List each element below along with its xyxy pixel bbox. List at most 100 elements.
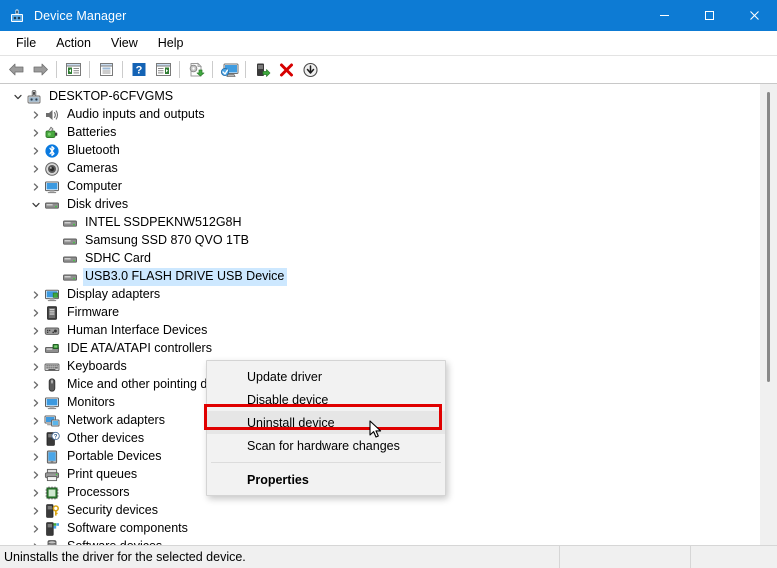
tree-item-label: Processors <box>65 484 133 502</box>
tree-item-firmware[interactable]: Firmware <box>0 304 759 322</box>
network-adapter-icon <box>44 413 60 429</box>
tree-item-software-devices[interactable]: Software devices <box>0 538 759 545</box>
window-controls <box>642 0 777 31</box>
device-manager-window: Device Manager File Action View Help <box>0 0 777 568</box>
expander-intel-ssdpeknw512g8h <box>46 214 62 232</box>
properties-icon[interactable] <box>94 58 118 81</box>
other-device-icon: ? <box>44 431 60 447</box>
show-hide-console-tree-icon[interactable] <box>61 58 85 81</box>
main-content: DESKTOP-6CFVGMSAudio inputs and outputsB… <box>0 84 777 545</box>
help-icon[interactable]: ? <box>127 58 151 81</box>
menu-file[interactable]: File <box>6 33 46 54</box>
expander-other-devices[interactable] <box>28 430 44 448</box>
expander-display-adapters[interactable] <box>28 286 44 304</box>
tree-item-label: SDHC Card <box>83 250 154 268</box>
scan-for-hardware-changes-icon[interactable] <box>217 58 241 81</box>
expander-processors[interactable] <box>28 484 44 502</box>
tree-item-sdhc-card[interactable]: SDHC Card <box>0 250 759 268</box>
expander-audio-inputs-and-outputs[interactable] <box>28 106 44 124</box>
tree-item-samsung-ssd-870-qvo-1tb[interactable]: Samsung SSD 870 QVO 1TB <box>0 232 759 250</box>
expander-bluetooth[interactable] <box>28 142 44 160</box>
expander-desktop-6cfvgms[interactable] <box>10 88 26 106</box>
close-icon[interactable] <box>732 0 777 31</box>
context-menu-item-disable-device[interactable]: Disable device <box>207 388 445 411</box>
tree-item-intel-ssdpeknw512g8h[interactable]: INTEL SSDPEKNW512G8H <box>0 214 759 232</box>
expander-firmware[interactable] <box>28 304 44 322</box>
tree-item-audio-inputs-and-outputs[interactable]: Audio inputs and outputs <box>0 106 759 124</box>
tree-item-label: Print queues <box>65 466 140 484</box>
expander-software-components[interactable] <box>28 520 44 538</box>
expander-monitors[interactable] <box>28 394 44 412</box>
tree-item-software-components[interactable]: Software components <box>0 520 759 538</box>
mouse-cursor <box>369 420 383 445</box>
tree-item-usb3-0-flash-drive-usb-device[interactable]: USB3.0 FLASH DRIVE USB Device <box>0 268 759 286</box>
expander-portable-devices[interactable] <box>28 448 44 466</box>
menu-action[interactable]: Action <box>46 33 101 54</box>
expander-print-queues[interactable] <box>28 466 44 484</box>
processor-icon <box>44 485 60 501</box>
keyboard-icon <box>44 359 60 375</box>
scrollbar-thumb[interactable] <box>767 92 770 382</box>
tree-item-human-interface-devices[interactable]: Human Interface Devices <box>0 322 759 340</box>
disk-drive-icon <box>62 215 78 231</box>
expander-network-adapters[interactable] <box>28 412 44 430</box>
tree-item-disk-drives[interactable]: Disk drives <box>0 196 759 214</box>
expander-ide-ata-atapi-controllers[interactable] <box>28 340 44 358</box>
expander-disk-drives[interactable] <box>28 196 44 214</box>
context-menu[interactable]: Update driverDisable deviceUninstall dev… <box>206 360 446 496</box>
tree-item-bluetooth[interactable]: Bluetooth <box>0 142 759 160</box>
context-menu-item-uninstall-device[interactable]: Uninstall device <box>207 411 445 434</box>
tree-item-display-adapters[interactable]: Display adapters <box>0 286 759 304</box>
tree-item-cameras[interactable]: Cameras <box>0 160 759 178</box>
mouse-icon <box>44 377 60 393</box>
expander-keyboards[interactable] <box>28 358 44 376</box>
monitor-icon <box>44 179 60 195</box>
tree-item-ide-ata-atapi-controllers[interactable]: IDE ATA/ATAPI controllers <box>0 340 759 358</box>
software-component-icon <box>44 521 60 537</box>
toolbar: ? <box>0 55 777 84</box>
back-icon[interactable] <box>4 58 28 81</box>
expander-security-devices[interactable] <box>28 502 44 520</box>
uninstall-device-icon[interactable] <box>274 58 298 81</box>
status-bar: Uninstalls the driver for the selected d… <box>0 545 777 568</box>
tree-item-label: Software components <box>65 520 191 538</box>
minimize-icon[interactable] <box>642 0 687 31</box>
tree-item-label: Disk drives <box>65 196 131 214</box>
expander-cameras[interactable] <box>28 160 44 178</box>
tree-item-label: Other devices <box>65 430 147 448</box>
tree-item-label: USB3.0 FLASH DRIVE USB Device <box>83 268 287 286</box>
forward-icon[interactable] <box>28 58 52 81</box>
battery-icon <box>44 125 60 141</box>
expander-computer[interactable] <box>28 178 44 196</box>
tree-item-label: Batteries <box>65 124 119 142</box>
maximize-icon[interactable] <box>687 0 732 31</box>
context-menu-item-update-driver[interactable]: Update driver <box>207 365 445 388</box>
tree-item-label: Keyboards <box>65 358 130 376</box>
computer-root-icon <box>26 89 42 105</box>
svg-text:?: ? <box>54 434 58 440</box>
printer-icon <box>44 467 60 483</box>
expander-software-devices[interactable] <box>28 538 44 545</box>
portable-device-icon <box>44 449 60 465</box>
tree-item-label: Computer <box>65 178 125 196</box>
tree-item-computer[interactable]: Computer <box>0 178 759 196</box>
tree-item-batteries[interactable]: Batteries <box>0 124 759 142</box>
context-menu-item-properties[interactable]: Properties <box>207 468 445 491</box>
show-hide-action-pane-icon[interactable] <box>151 58 175 81</box>
context-menu-item-scan-for-hardware-changes[interactable]: Scan for hardware changes <box>207 434 445 457</box>
vertical-scrollbar[interactable] <box>759 84 777 545</box>
tree-item-security-devices[interactable]: Security devices <box>0 502 759 520</box>
enable-device-icon[interactable] <box>250 58 274 81</box>
tree-item-label: Portable Devices <box>65 448 165 466</box>
tree-item-label: Audio inputs and outputs <box>65 106 208 124</box>
update-driver-icon[interactable] <box>184 58 208 81</box>
menu-help[interactable]: Help <box>148 33 194 54</box>
expander-batteries[interactable] <box>28 124 44 142</box>
expander-sdhc-card <box>46 250 62 268</box>
tree-item-label: Network adapters <box>65 412 168 430</box>
tree-item-desktop-6cfvgms[interactable]: DESKTOP-6CFVGMS <box>0 88 759 106</box>
expander-mice-and-other-pointing-devices[interactable] <box>28 376 44 394</box>
menu-view[interactable]: View <box>101 33 148 54</box>
disable-device-icon[interactable] <box>298 58 322 81</box>
expander-human-interface-devices[interactable] <box>28 322 44 340</box>
